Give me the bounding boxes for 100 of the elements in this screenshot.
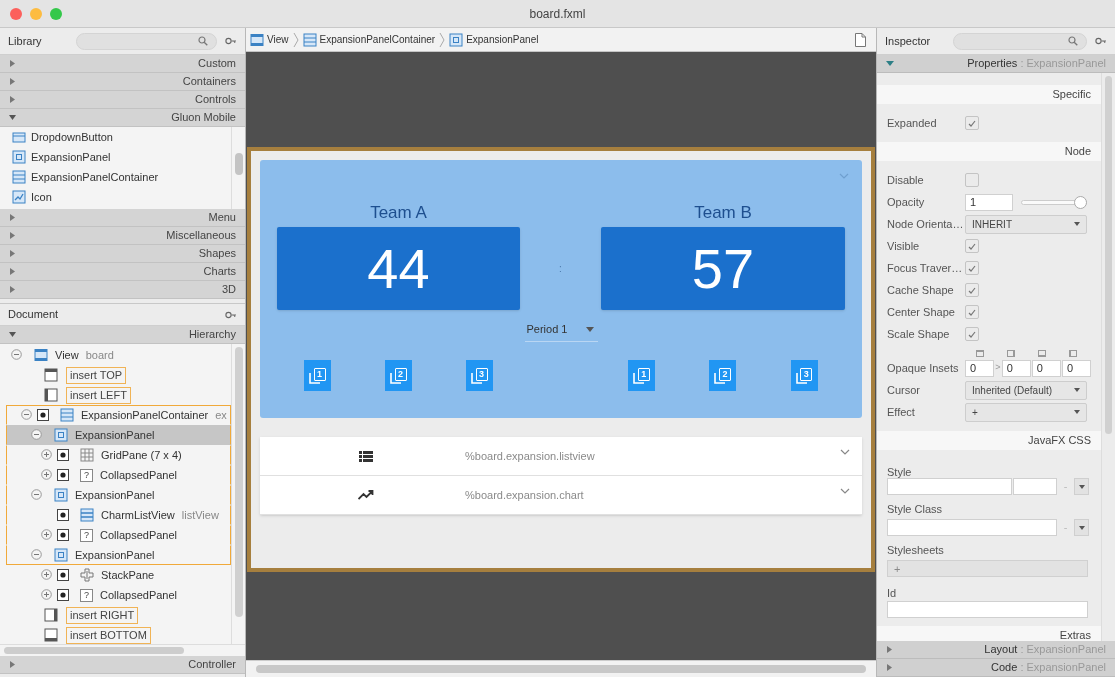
text-field[interactable] bbox=[1013, 478, 1057, 495]
node-label: ExpansionPanel bbox=[75, 547, 155, 563]
checkbox[interactable] bbox=[965, 116, 979, 130]
breadcrumb-label: View bbox=[267, 33, 289, 47]
accordion-header[interactable]: Controls bbox=[0, 91, 245, 109]
section-label: Controls bbox=[195, 92, 236, 108]
property-label: Visible bbox=[887, 238, 921, 254]
tree-row[interactable]: ExpansionPanel bbox=[6, 485, 231, 505]
scrollbar[interactable] bbox=[1101, 73, 1115, 641]
tree-row[interactable]: ? CollapsedPanel bbox=[6, 585, 231, 605]
section-label: Charts bbox=[203, 264, 236, 280]
breadcrumb-label: ExpansionPanelContainer bbox=[319, 33, 436, 47]
checkbox[interactable] bbox=[965, 327, 979, 341]
tree-row[interactable]: insert RIGHT bbox=[6, 605, 231, 625]
breadcrumb-item[interactable]: View bbox=[250, 32, 289, 47]
library-item[interactable]: ExpansionPanel bbox=[12, 147, 231, 167]
text-field[interactable]: 0 bbox=[1061, 359, 1091, 377]
search-icon bbox=[198, 36, 208, 46]
tree-row[interactable]: CharmListView listView bbox=[6, 505, 231, 525]
text-field[interactable]: 0 bbox=[1001, 359, 1031, 377]
tree-row[interactable]: ExpansionPanel bbox=[6, 425, 231, 445]
caret-icon bbox=[1078, 525, 1085, 530]
scrollbar[interactable] bbox=[231, 344, 245, 644]
search-field[interactable] bbox=[76, 32, 217, 50]
dropdown-button[interactable] bbox=[1074, 519, 1089, 536]
caret-icon bbox=[1074, 410, 1080, 414]
tree-row[interactable]: insert BOTTOM bbox=[6, 625, 231, 644]
text-field[interactable] bbox=[887, 478, 1012, 495]
checkbox[interactable] bbox=[965, 239, 979, 253]
breadcrumb-item[interactable]: ExpansionPanel bbox=[449, 32, 539, 47]
checkbox[interactable] bbox=[965, 283, 979, 297]
panel-label: %board.expansion.chart bbox=[465, 487, 584, 503]
scrollbar[interactable] bbox=[0, 644, 245, 656]
accordion-header[interactable]: 3D bbox=[0, 281, 245, 299]
choice-box[interactable]: INHERIT bbox=[965, 214, 1087, 234]
panel-label: %board.expansion.listview bbox=[465, 448, 595, 464]
scrollbar[interactable] bbox=[246, 660, 876, 677]
accordion-header[interactable]: Gluon Mobile bbox=[0, 109, 245, 127]
slider-track[interactable] bbox=[1021, 195, 1087, 209]
accordion-header[interactable]: Shapes bbox=[0, 245, 245, 263]
text-field[interactable]: 0 bbox=[1031, 359, 1061, 377]
accordion-header[interactable]: Containers bbox=[0, 73, 245, 91]
minimize-button[interactable] bbox=[30, 8, 42, 20]
item-label: ExpansionPanelContainer bbox=[31, 169, 159, 185]
section-label: Shapes bbox=[198, 246, 236, 262]
property-label: Node Orienta… bbox=[887, 216, 965, 232]
node-label: CollapsedPanel bbox=[100, 587, 178, 603]
inset-side-icon bbox=[1007, 350, 1015, 357]
accordion-header[interactable]: Menu bbox=[0, 209, 245, 227]
check-icon bbox=[968, 286, 976, 294]
period-dropdown[interactable]: Period 1 bbox=[524, 318, 598, 342]
library-item[interactable]: DropdownButton bbox=[12, 127, 231, 147]
checkbox[interactable] bbox=[965, 173, 979, 187]
collapsed-panel[interactable]: %board.expansion.chart bbox=[260, 476, 862, 515]
search-field[interactable] bbox=[953, 32, 1087, 50]
section-header: Node bbox=[877, 142, 1101, 161]
accordion-header[interactable]: Controller bbox=[0, 656, 245, 674]
caret-icon bbox=[1074, 388, 1080, 392]
text-field[interactable]: 0 bbox=[965, 359, 995, 377]
collapsed-panel[interactable]: %board.expansion.listview bbox=[260, 437, 862, 476]
node-label: GridPane (7 x 4) bbox=[101, 447, 182, 463]
library-item[interactable]: Icon bbox=[12, 187, 231, 207]
search-icon bbox=[1068, 36, 1078, 46]
accordion-header[interactable]: Hierarchy bbox=[0, 326, 245, 344]
breadcrumb-item[interactable]: ExpansionPanelContainer bbox=[302, 32, 436, 47]
choice-box[interactable]: Inherited (Default) bbox=[965, 380, 1087, 400]
stacked-panels-icon bbox=[60, 408, 74, 422]
tree-row[interactable]: insert TOP bbox=[6, 365, 231, 385]
section-header: JavaFX CSS bbox=[877, 431, 1101, 450]
document-icon bbox=[855, 32, 866, 47]
text-field[interactable]: 1 bbox=[965, 193, 1013, 211]
item-label: DropdownButton bbox=[31, 129, 113, 145]
checkbox[interactable] bbox=[965, 305, 979, 319]
property-label: Expanded bbox=[887, 115, 938, 131]
tree-row[interactable]: ? CollapsedPanel bbox=[6, 465, 231, 485]
inset-side-icon bbox=[1069, 350, 1077, 357]
panel-icon bbox=[54, 548, 68, 562]
close-button[interactable] bbox=[10, 8, 22, 20]
accordion-header[interactable]: Miscellaneous bbox=[0, 227, 245, 245]
tree-row[interactable]: ExpansionPanel bbox=[6, 545, 231, 565]
panel-icon bbox=[54, 428, 68, 442]
tree-row[interactable]: insert LEFT bbox=[6, 385, 231, 405]
text-field[interactable] bbox=[887, 601, 1088, 618]
accordion-header[interactable]: Custom bbox=[0, 55, 245, 73]
checkbox[interactable] bbox=[965, 261, 979, 275]
tree-row[interactable]: ? CollapsedPanel bbox=[6, 525, 231, 545]
zoom-button[interactable] bbox=[50, 8, 62, 20]
text-field[interactable] bbox=[887, 519, 1057, 536]
dropdown-button[interactable] bbox=[1074, 478, 1089, 495]
placeholder-label: insert TOP bbox=[66, 366, 127, 384]
tree-row[interactable]: View board bbox=[6, 345, 231, 365]
placeholder-label: insert RIGHT bbox=[66, 606, 139, 624]
choice-box[interactable]: + bbox=[965, 402, 1087, 422]
scrollbar[interactable] bbox=[231, 127, 245, 209]
library-item[interactable]: ExpansionPanelContainer bbox=[12, 167, 231, 187]
property-label: Style bbox=[887, 465, 913, 478]
tree-row[interactable]: StackPane bbox=[6, 565, 231, 585]
accordion-header[interactable]: Charts bbox=[0, 263, 245, 281]
tree-row[interactable]: GridPane (7 x 4) bbox=[6, 445, 231, 465]
slider-thumb[interactable] bbox=[1074, 195, 1087, 209]
